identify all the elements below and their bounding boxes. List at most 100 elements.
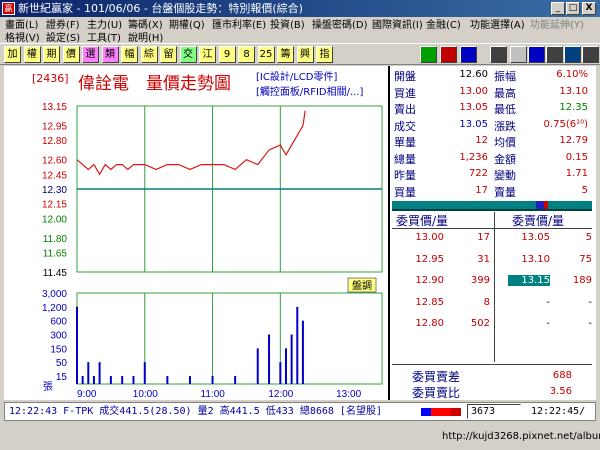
time-axis-label: 11:00: [201, 389, 226, 400]
quote-value: 13.05: [459, 118, 488, 130]
menu-item[interactable]: 金融(C): [426, 19, 461, 32]
quote-value: 6.10%: [556, 69, 588, 80]
toolbar-button[interactable]: 選: [82, 46, 99, 63]
price-axis-label: 12.80: [42, 136, 67, 147]
menu-item[interactable]: 匯市利率(E): [212, 19, 266, 32]
toolbar-icon[interactable]: [420, 46, 437, 63]
toolbar-button[interactable]: 加: [4, 46, 21, 63]
price-axis-label: 11.80: [43, 234, 68, 245]
menu-item[interactable]: 國際資訊(I): [372, 19, 423, 32]
toolbar-icon[interactable]: [510, 46, 527, 63]
quote-value: 13.10: [559, 85, 588, 97]
toolbar-button[interactable]: 江: [199, 46, 216, 63]
toolbar-button[interactable]: 期: [43, 46, 60, 63]
price-line: [76, 110, 306, 176]
clock: 12:22:45/: [531, 406, 586, 417]
quote-label: 均價: [494, 136, 516, 149]
quote-label: 總量: [394, 152, 416, 166]
price-axis-label: 12.45: [42, 170, 67, 181]
ask-price: 13.15: [508, 275, 550, 286]
maximize-button[interactable]: □: [566, 2, 580, 15]
toolbar-button[interactable]: 留: [160, 46, 177, 63]
toolbar-button[interactable]: 權: [23, 46, 41, 63]
toolbar: 加權期價選類幅綜留交江 9 8 25 籌興指: [0, 43, 600, 65]
quote-value: 722: [468, 168, 488, 179]
menu-item[interactable]: 籌碼(X): [128, 19, 163, 32]
menu-item[interactable]: 畫面(L): [5, 19, 38, 32]
quote-label: 金額: [494, 152, 516, 166]
quote-label: 振幅: [494, 70, 516, 83]
quote-label: 買進: [394, 86, 416, 100]
bid-qty: 8: [483, 296, 490, 308]
quote-value: 1,236: [459, 151, 488, 163]
status-color-strip: [421, 408, 461, 416]
menu-item[interactable]: 功能延伸(Y): [530, 19, 584, 32]
toolbar-icon[interactable]: [490, 46, 507, 63]
time-axis-label: 13:00: [336, 389, 361, 400]
ask-qty: 189: [572, 275, 592, 286]
bid-ask-bar-lower: [392, 209, 592, 211]
quote-label: 昨量: [394, 169, 416, 182]
quote-value: 13.05: [459, 102, 488, 113]
bid-price: 12.90: [415, 275, 444, 286]
quote-value: 13.00: [459, 85, 488, 97]
menu-item[interactable]: 操盤密碼(D): [312, 19, 368, 32]
quote-value: 12: [475, 135, 488, 146]
close-button[interactable]: X: [582, 2, 596, 15]
toolbar-button[interactable]: 類: [101, 46, 119, 63]
bid-header: 委買價/量: [396, 214, 449, 228]
quote-label: 成交: [394, 119, 416, 133]
toolbar-button[interactable]: 指: [316, 46, 333, 63]
chart-panel: [2436] 偉詮電 量價走勢圖 [IC設計/LCD零件] [觸控面板/RFID…: [4, 66, 388, 400]
toolbar-button[interactable]: 幅: [121, 46, 138, 63]
volume-unit-label: 張: [43, 381, 53, 393]
ratio-value: 3.56: [549, 386, 572, 397]
toolbar-button[interactable]: 價: [62, 46, 80, 63]
ask-qty: -: [588, 318, 592, 329]
toolbar-button[interactable]: 25: [257, 46, 275, 63]
toolbar-icon[interactable]: [582, 46, 599, 63]
menu-item[interactable]: 功能選擇(A): [470, 19, 525, 32]
price-axis-label: 11.45: [43, 268, 68, 279]
volume-axis-label: 50: [56, 358, 68, 369]
menu-item[interactable]: 期權(Q): [169, 19, 205, 32]
bid-price: 12.95: [415, 253, 444, 265]
toolbar-button[interactable]: 8: [238, 46, 255, 63]
ask-header: 委賣價/量: [512, 214, 565, 228]
toolbar-icon[interactable]: [440, 46, 457, 63]
toolbar-icon[interactable]: [460, 46, 477, 63]
ask-qty: -: [588, 296, 592, 308]
toolbar-button[interactable]: 籌: [277, 46, 294, 63]
status-bar: 12:22:43 F-TPK 成交441.5(28.50) 量2 高441.5 …: [4, 402, 596, 421]
bid-qty: 502: [470, 318, 490, 329]
price-axis-label: 12.15: [42, 200, 67, 211]
quote-label: 單量: [394, 136, 416, 149]
toolbar-icon[interactable]: [546, 46, 563, 63]
code-input[interactable]: 3673: [467, 404, 521, 419]
toolbar-button[interactable]: 9: [218, 46, 236, 63]
minimize-button[interactable]: _: [551, 2, 565, 15]
volume-axis-label: 600: [50, 317, 67, 328]
quote-label: 買量: [394, 185, 416, 199]
volume-axis-label: 15: [56, 372, 68, 383]
window-title: 新世紀贏家 - 101/06/06 - 台盤個股走勢：特別報價(綜合): [18, 2, 303, 15]
app-icon: 贏: [2, 2, 15, 15]
menu-item[interactable]: 主力(U): [87, 19, 122, 32]
toolbar-button[interactable]: 興: [296, 46, 314, 63]
title-bar: 贏 新世紀贏家 - 101/06/06 - 台盤個股走勢：特別報價(綜合) _ …: [0, 0, 600, 17]
price-volume-chart[interactable]: 13.15 12.95 12.80 12.60 12.45 12.30 12.15 12.00…: [4, 66, 388, 400]
price-axis-label: 13.15: [42, 102, 67, 113]
ask-qty: 5: [585, 232, 592, 243]
toolbar-icon[interactable]: [564, 46, 581, 63]
menu-item[interactable]: 投資(B): [270, 19, 305, 32]
bid-ask-bar: [392, 201, 592, 209]
quote-value: 12.60: [459, 69, 488, 80]
volume-axis-label: 300: [50, 331, 67, 342]
toolbar-icon[interactable]: [528, 46, 545, 63]
menu-item[interactable]: 證券(F): [46, 19, 80, 32]
book-divider: [494, 212, 495, 362]
toolbar-button[interactable]: 交: [179, 46, 197, 63]
quote-value: 17: [475, 184, 488, 196]
toolbar-button[interactable]: 綜: [140, 46, 158, 63]
ask-price: -: [546, 296, 550, 308]
